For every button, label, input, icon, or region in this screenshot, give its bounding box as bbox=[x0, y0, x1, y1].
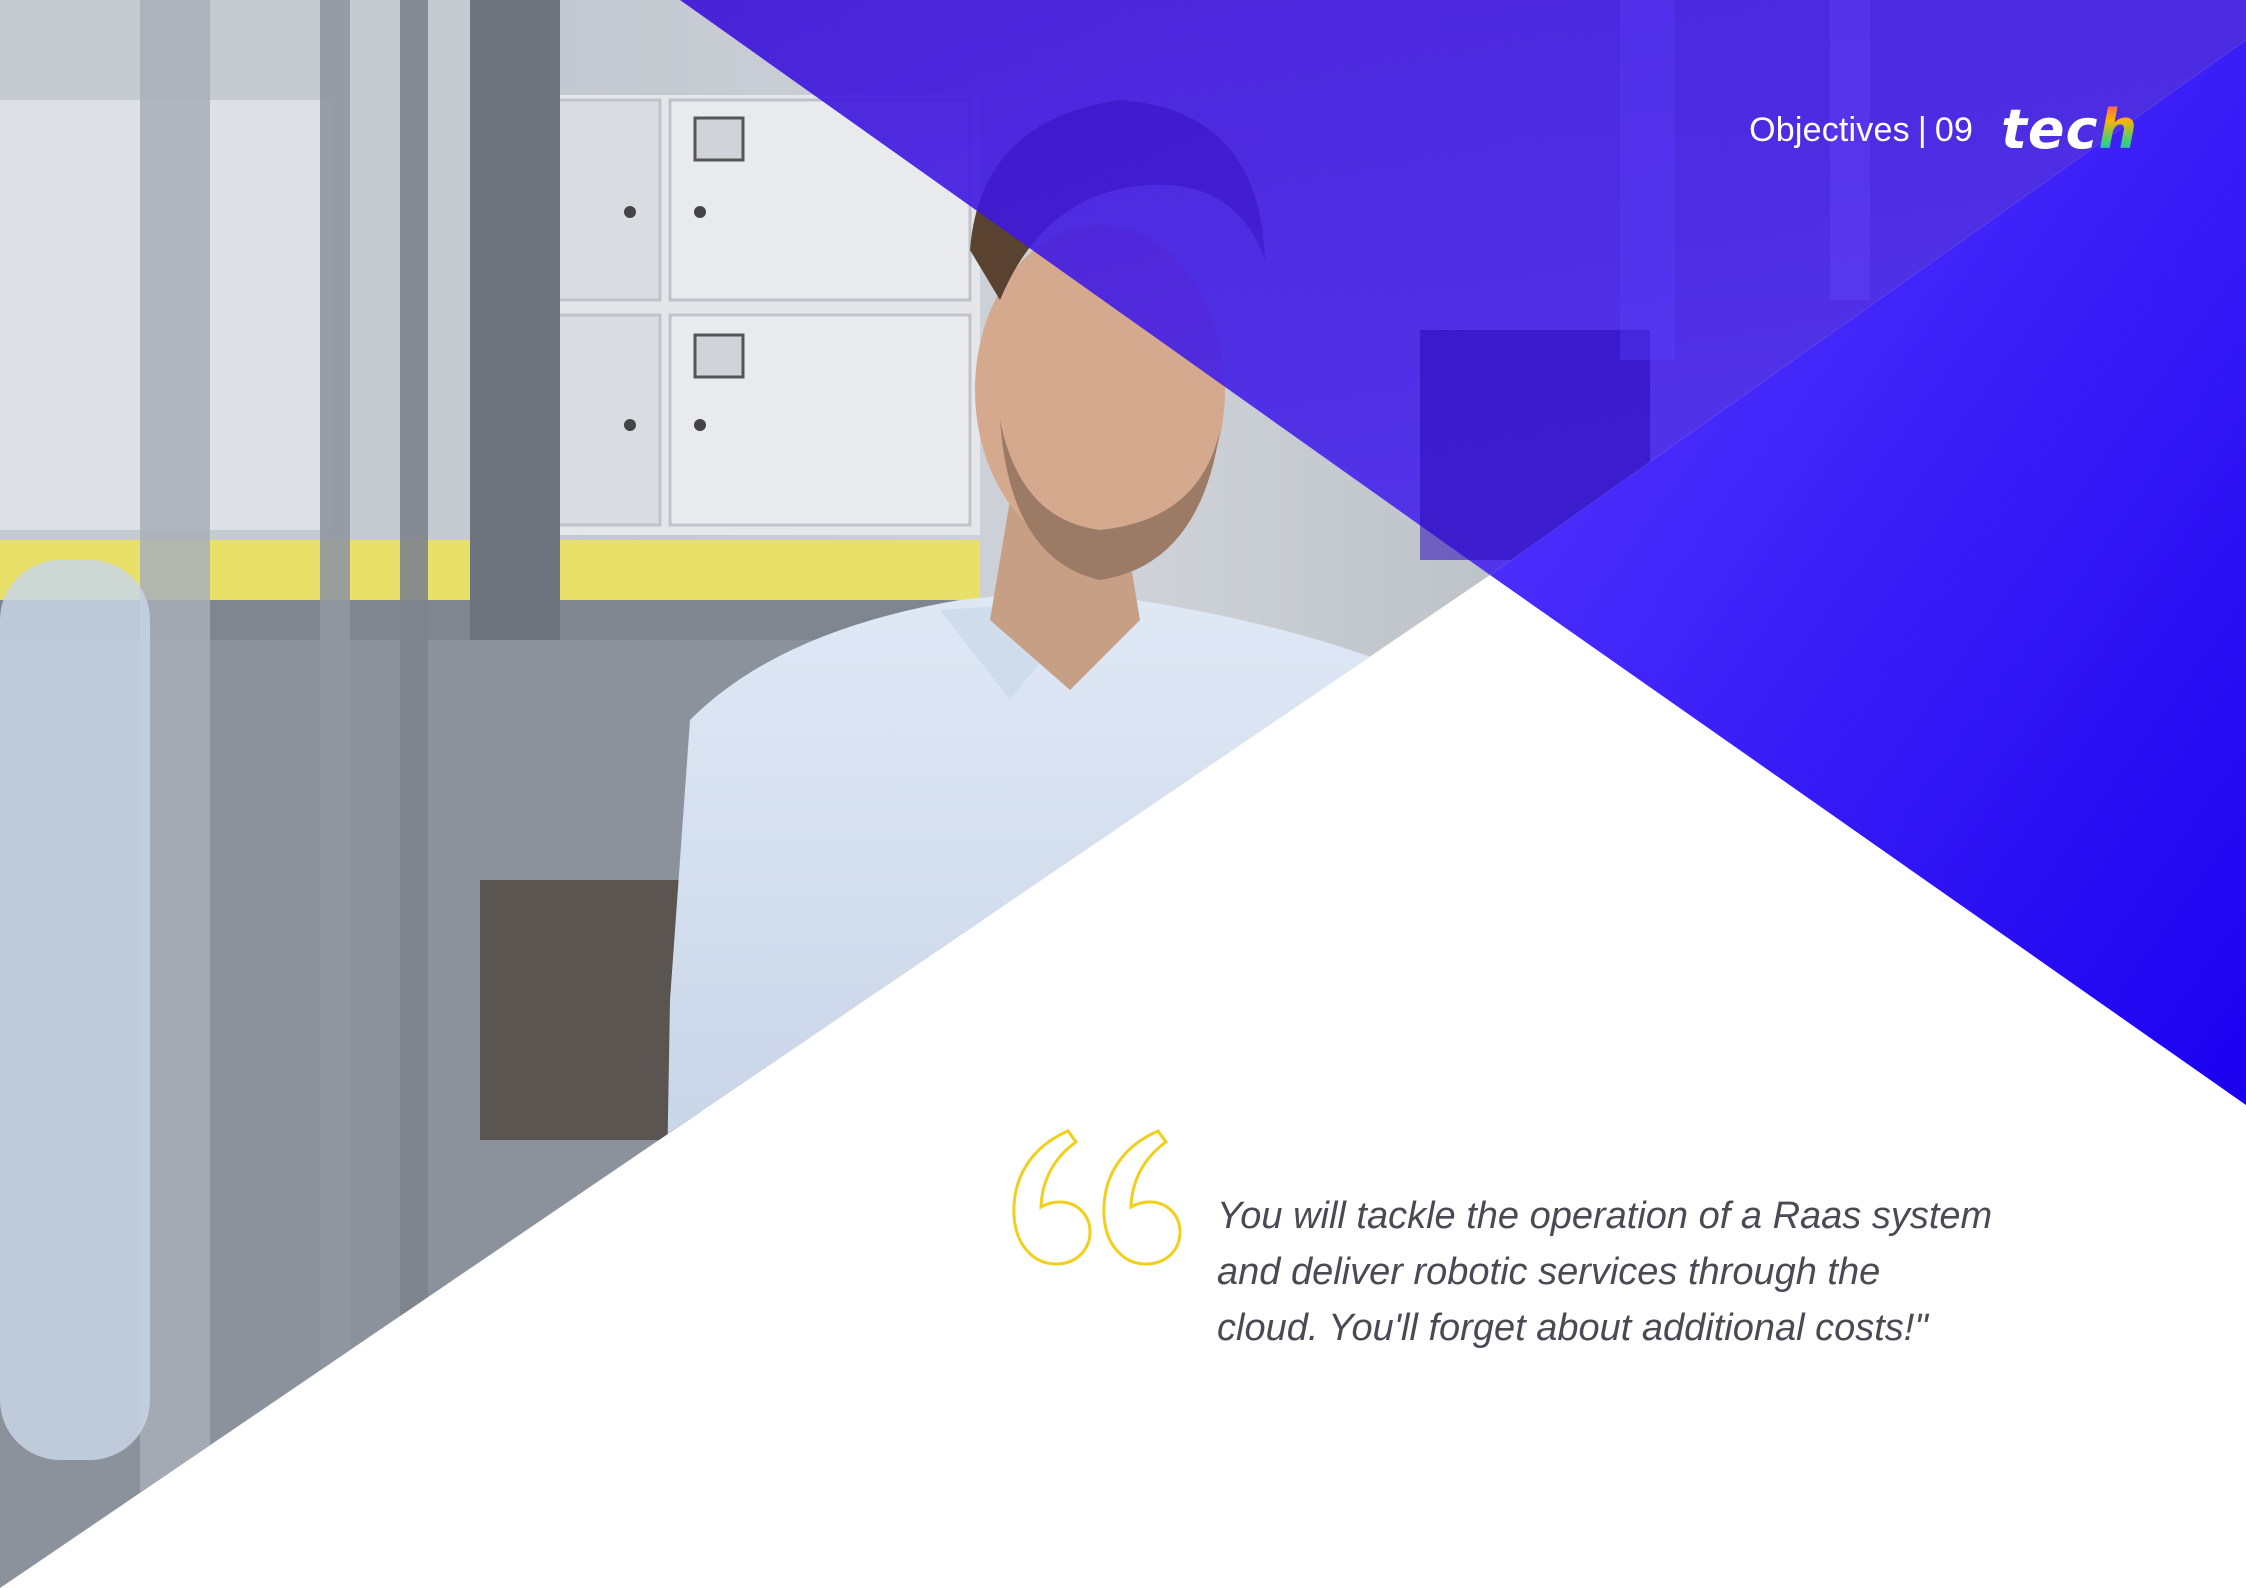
logo-text-main: tec bbox=[2001, 98, 2099, 161]
quote-line-2: and deliver robotic services through the bbox=[1217, 1251, 1881, 1293]
logo-text-last: h bbox=[2098, 98, 2138, 161]
quote-text: You will tackle the operation of a Raas … bbox=[1217, 1188, 2037, 1356]
page-header: Objectives | 09 tech bbox=[1749, 100, 2138, 160]
page-number: 09 bbox=[1934, 110, 1974, 149]
section-label: Objectives | 09 bbox=[1749, 111, 1973, 150]
section-title: Objectives bbox=[1749, 110, 1910, 149]
tech-logo: tech bbox=[2001, 103, 2138, 157]
open-double-quote-icon bbox=[1008, 1128, 1186, 1268]
quote-line-1: You will tackle the operation of a Raas … bbox=[1217, 1195, 1993, 1237]
page: Objectives | 09 tech You will tackle the o… bbox=[0, 0, 2246, 1588]
quote-line-3: cloud. You'll forget about additional co… bbox=[1217, 1307, 1928, 1349]
section-separator: | bbox=[1917, 110, 1927, 149]
